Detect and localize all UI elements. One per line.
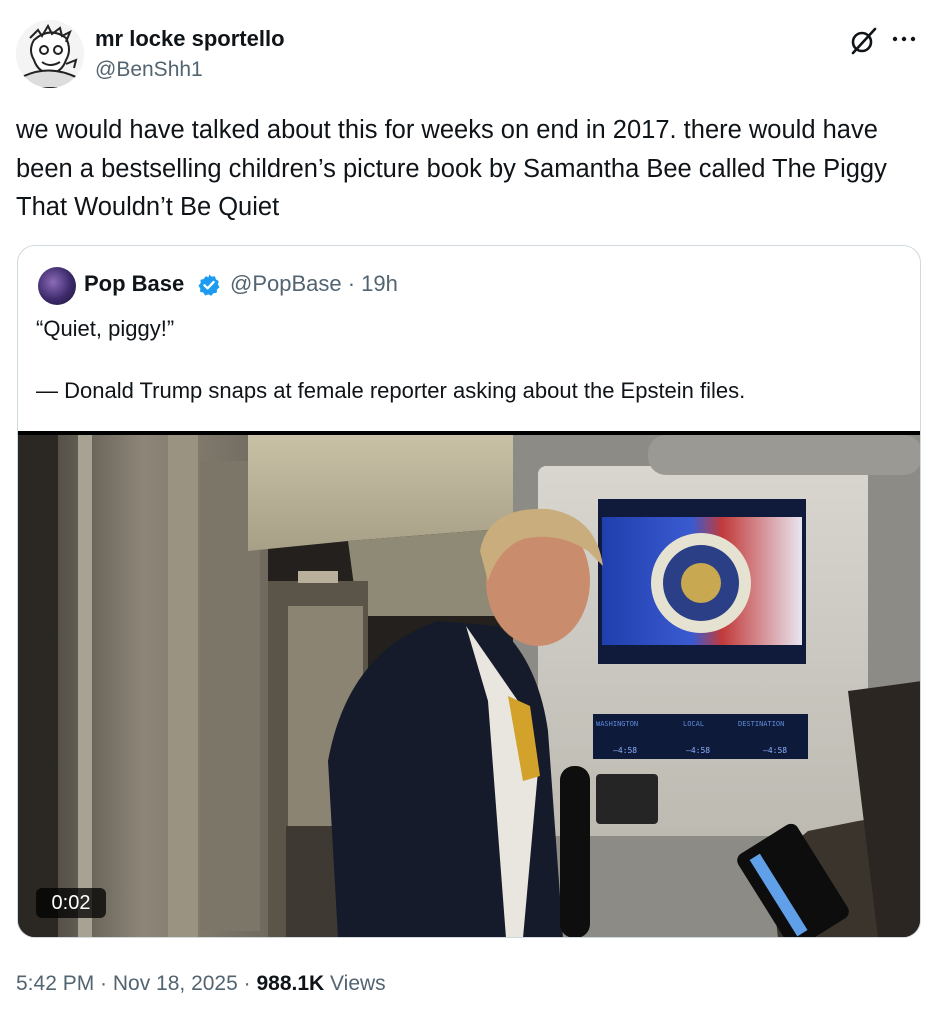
views-label: Views: [324, 972, 386, 995]
quoted-tweet[interactable]: Pop Base @PopBase · 19h “Quiet, piggy!” …: [17, 245, 921, 938]
author-name[interactable]: mr locke sportello: [95, 25, 285, 53]
quoted-text-line2: — Donald Trump snaps at female reporter …: [36, 378, 746, 403]
video-player[interactable]: WASHINGTON LOCAL DESTINATION —4:58 —4:58…: [18, 431, 920, 937]
video-duration-badge: 0:02: [36, 888, 106, 918]
screen-label-3: DESTINATION: [738, 720, 784, 728]
screen-time-3: —4:58: [763, 746, 787, 755]
more-icon[interactable]: [890, 24, 918, 62]
video-frame: WASHINGTON LOCAL DESTINATION —4:58 —4:58…: [18, 431, 920, 937]
views-count: 988.1K: [256, 972, 325, 995]
author-avatar[interactable]: [16, 20, 84, 88]
screen-time-2: —4:58: [686, 746, 710, 755]
quoted-handle-time[interactable]: @PopBase · 19h: [230, 270, 398, 298]
author-handle[interactable]: @BenShh1: [95, 57, 203, 83]
quoted-text-line1: “Quiet, piggy!”: [36, 316, 175, 341]
screen-label-2: LOCAL: [683, 720, 704, 728]
author-avatar-drawing: [16, 20, 84, 88]
screen-label-1: WASHINGTON: [596, 720, 638, 728]
quoted-author-name[interactable]: Pop Base: [84, 270, 184, 298]
grok-slash-icon[interactable]: [848, 26, 878, 56]
tweet-timestamp[interactable]: 5:42 PM · Nov 18, 2025 ·: [16, 972, 256, 995]
quoted-avatar[interactable]: [38, 267, 76, 305]
screen-time-1: —4:58: [613, 746, 637, 755]
verified-badge-icon: [197, 273, 221, 297]
tweet-meta: 5:42 PM · Nov 18, 2025 · 988.1K Views: [16, 970, 386, 998]
tweet-text: we would have talked about this for week…: [16, 116, 887, 221]
